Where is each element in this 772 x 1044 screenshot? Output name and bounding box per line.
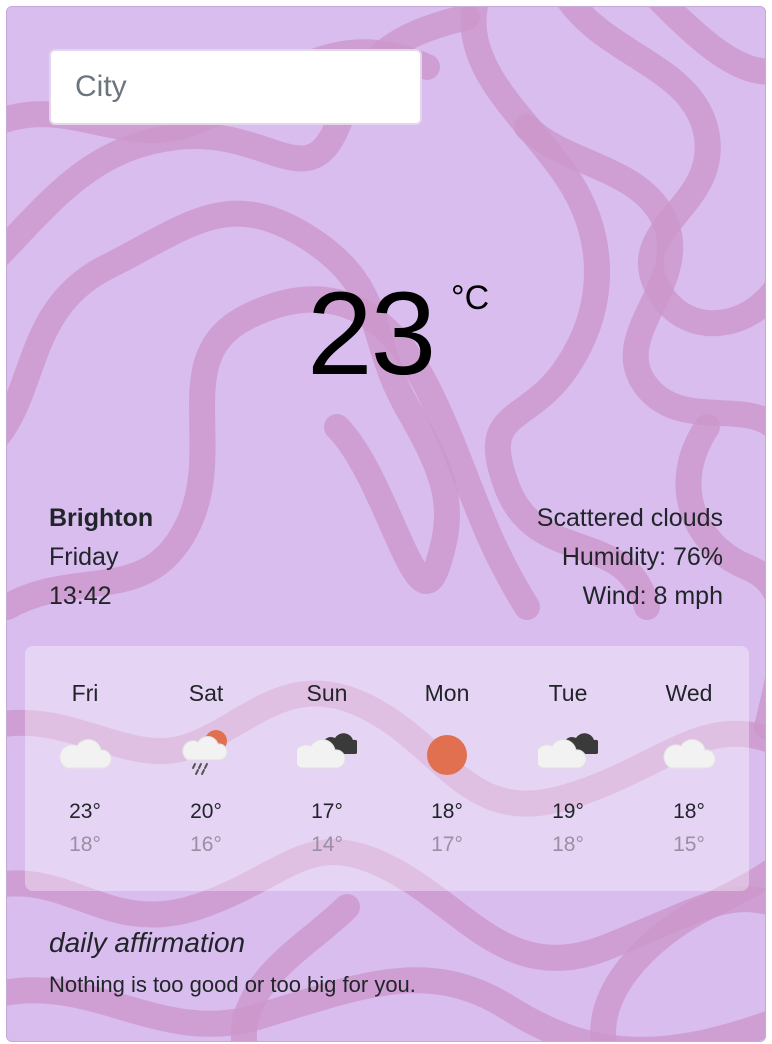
weather-app: 23 °C Brighton Friday 13:42 Scattered cl… [6, 6, 766, 1042]
cloud-icon [663, 739, 716, 769]
forecast-max: 18° [673, 800, 705, 823]
forecast-max: 20° [190, 800, 222, 823]
location-info: Brighton Friday 13:42 [49, 499, 153, 616]
current-temperature: 23 °C [7, 268, 765, 400]
forecast-min: 16° [190, 833, 222, 856]
forecast-panel: Fri 23° 18° Sat 20° 16° Sun 17° 14° Mon … [25, 646, 749, 891]
current-day: Friday [49, 543, 119, 571]
forecast-day-name: Mon [424, 680, 470, 706]
forecast-day-name: Sat [188, 680, 224, 706]
dark-clouds-icon [297, 733, 357, 769]
forecast-day-name: Fri [71, 680, 99, 706]
forecast-day: Wed 18° 15° [629, 646, 749, 891]
current-time: 13:42 [49, 582, 112, 610]
wind: Wind: 8 mph [582, 582, 723, 610]
temperature-unit: °C [451, 279, 490, 317]
forecast-max: 18° [431, 800, 463, 823]
forecast-day-name: Wed [665, 680, 713, 706]
city-search-input[interactable] [49, 49, 422, 125]
forecast-day: Tue 19° 18° [508, 646, 628, 891]
forecast-max: 23° [69, 800, 101, 823]
forecast-day: Sat 20° 16° [146, 646, 266, 891]
conditions-info: Scattered clouds Humidity: 76% Wind: 8 m… [537, 499, 723, 616]
forecast-day: Mon 18° 17° [387, 646, 507, 891]
forecast-max: 17° [311, 800, 343, 823]
sun-icon [427, 735, 467, 775]
city-name: Brighton [49, 504, 154, 532]
forecast-day: Sun 17° 14° [267, 646, 387, 891]
forecast-min: 14° [311, 833, 343, 856]
temperature-value: 23 [307, 268, 436, 400]
humidity: Humidity: 76% [561, 543, 723, 571]
forecast-max: 19° [552, 800, 584, 823]
forecast-day: Fri 23° 18° [25, 646, 145, 891]
forecast-min: 17° [431, 833, 463, 856]
affirmation-title: daily affirmation [49, 927, 246, 958]
affirmation-text: Nothing is too good or too big for you. [49, 972, 416, 997]
forecast-min: 15° [673, 833, 705, 856]
forecast-min: 18° [552, 833, 584, 856]
forecast-day-name: Tue [548, 680, 588, 706]
weather-description: Scattered clouds [536, 504, 723, 532]
forecast-day-name: Sun [306, 680, 348, 706]
cloud-icon [59, 739, 112, 769]
forecast-min: 18° [69, 833, 101, 856]
sun-rain-cloud-icon [182, 730, 228, 775]
dark-clouds-icon [538, 733, 598, 769]
